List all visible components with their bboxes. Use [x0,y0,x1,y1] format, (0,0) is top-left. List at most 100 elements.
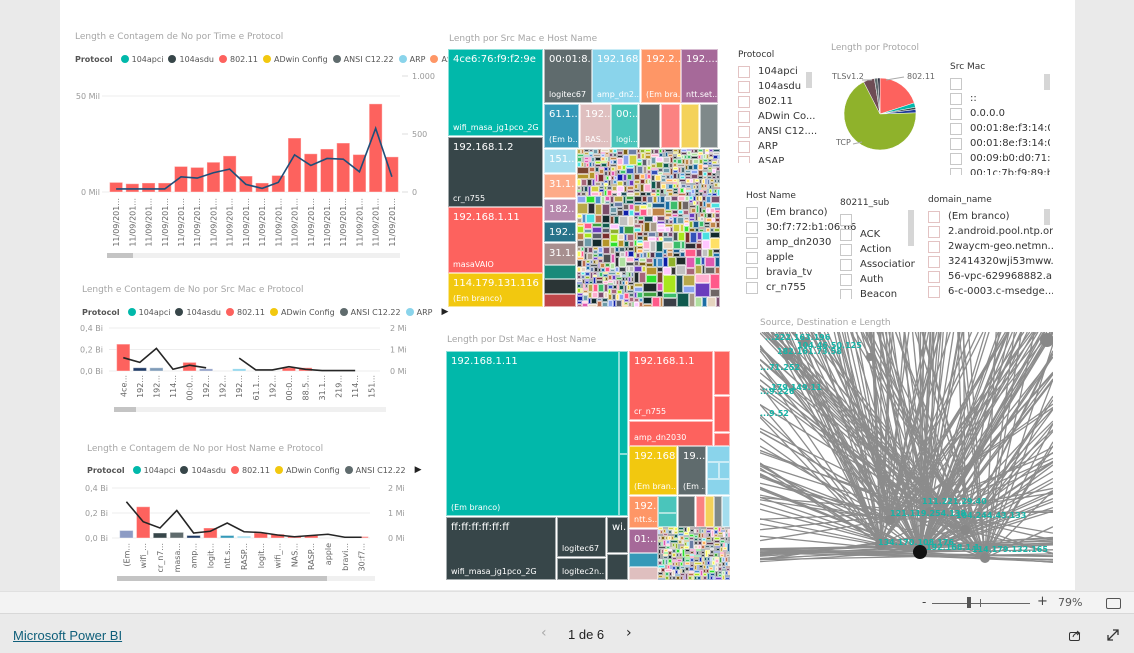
treemap-cell[interactable] [705,257,715,267]
treemap-cell[interactable] [716,297,720,307]
treemap-tile[interactable] [714,351,730,395]
treemap-tile[interactable]: amp_dn2030 [629,421,713,446]
slicer-item[interactable]: ACK [840,227,915,242]
treemap-cell[interactable] [705,267,715,274]
treemap-cell[interactable] [629,155,637,165]
checkbox[interactable] [928,211,940,223]
treemap-tile[interactable] [661,104,680,148]
treemap-cell[interactable] [676,257,686,265]
treemap-tile[interactable]: 192.168.1.1cr_n755 [629,351,713,420]
treemap-tile[interactable]: 192.168.1.2cr_n755 [448,137,543,207]
treemap-cell[interactable] [707,297,716,307]
treemap-tile[interactable]: 192.168.1.11masaVAIO [448,207,543,273]
checkbox[interactable] [738,96,750,108]
network-graph[interactable]: 111.221.29.40121.119.254.138104.244.43.1… [760,332,1053,564]
treemap-cell[interactable] [702,240,710,249]
treemap-cell[interactable] [577,203,588,214]
treemap-tile[interactable]: 192.168...(Em bran... [629,446,677,495]
treemap-cell[interactable] [577,226,584,233]
checkbox[interactable] [928,271,940,283]
treemap-tile[interactable]: logitec2n... [557,558,606,580]
legend-item[interactable]: ADwin Config [281,308,335,317]
treemap-tile[interactable]: logitec67 [557,517,606,557]
checkbox[interactable] [738,141,750,153]
treemap-cell[interactable] [658,578,665,580]
treemap-cell[interactable] [678,232,685,241]
treemap-cell[interactable] [663,275,676,293]
treemap-tile[interactable] [700,104,718,148]
legend-next-icon[interactable]: ▶ [415,465,422,475]
slicer-item[interactable]: 0.0.0.0 [950,106,1050,121]
treemap-cell[interactable] [592,239,602,247]
scrollbar-thumb[interactable] [117,576,327,581]
treemap-tile[interactable] [678,496,695,527]
treemap-cell[interactable] [695,297,702,307]
treemap-cell[interactable] [676,265,686,275]
slicer-item[interactable]: 00:01:8e:f3:14:05 [950,136,1050,151]
treemap-cell[interactable] [643,241,650,249]
legend-item[interactable]: 802.11 [230,55,258,64]
treemap-cell[interactable] [603,254,611,263]
treemap-tile[interactable]: 00:01:8...logitec67 [544,49,592,103]
treemap-tile[interactable]: 61.1....(Em b... [544,104,579,148]
slicer-item[interactable]: Association [840,257,915,272]
treemap-cell[interactable] [577,167,589,174]
slicer-item[interactable]: 00:09:b0:d0:71:cc [950,151,1050,166]
treemap-tile[interactable] [544,294,576,307]
previous-page-icon[interactable]: ‹ [541,625,547,641]
treemap-cell[interactable] [695,274,710,283]
treemap-cell[interactable] [676,275,683,293]
slicer-scrollbar[interactable] [908,210,914,246]
treemap-cell[interactable] [588,304,597,307]
legend-item[interactable]: ADwin Config [274,55,328,64]
treemap-cell[interactable] [627,234,634,241]
treemap-cell[interactable] [682,201,689,210]
checkbox[interactable] [746,282,758,294]
slicer-scrollbar[interactable] [1044,209,1050,225]
share-icon[interactable] [1068,628,1082,642]
treemap-tile[interactable] [544,279,576,294]
slicer-item[interactable]: 00:1c:7b:f9:89:bd [950,166,1050,175]
legend-next-icon[interactable]: ▶ [441,307,448,317]
slicer-item[interactable]: Auth [840,272,915,287]
treemap-cell[interactable] [670,201,678,210]
treemap-cell[interactable] [602,215,610,223]
treemap-cell[interactable] [690,232,697,243]
treemap-cell[interactable] [640,209,647,216]
checkbox[interactable] [950,138,962,150]
treemap-tile[interactable] [658,496,677,513]
treemap-cell[interactable] [685,249,696,257]
checkbox[interactable] [950,78,962,90]
legend-item[interactable]: ANSI C12.22 [356,466,406,475]
slicer-item[interactable]: 2waycm-geo.netmn... [928,239,1053,254]
treemap-cell[interactable] [619,257,626,267]
treemap-tile[interactable] [707,479,730,495]
treemap-cell[interactable] [602,239,610,247]
checkbox[interactable] [950,93,962,105]
fullscreen-icon[interactable] [1106,628,1120,642]
legend-item[interactable]: 104apci [144,466,176,475]
treemap-tile[interactable] [714,396,730,432]
treemap-tile[interactable]: 192....ntt.set... [681,49,718,103]
treemap-tile[interactable]: 114.179.131.116(Em branco) [448,273,543,307]
treemap-tile[interactable] [714,433,730,446]
treemap-tile[interactable] [629,567,658,580]
treemap-tile[interactable]: 31.1.... [544,174,576,198]
slicer-item[interactable]: Action [840,242,915,257]
treemap-cell[interactable] [673,241,681,249]
checkbox[interactable] [738,126,750,138]
treemap-tile[interactable]: 31.1.... [544,243,576,265]
slicer-item[interactable]: ADwin Co... [738,109,818,124]
treemap-cell[interactable] [663,298,677,307]
treemap-cell[interactable] [624,226,634,234]
treemap-cell[interactable] [584,238,592,247]
treemap-cell[interactable] [643,283,657,292]
legend-item[interactable]: ARP [410,55,426,64]
treemap-cell[interactable] [717,189,720,196]
treemap-tile[interactable] [705,496,714,527]
checkbox[interactable] [738,156,750,164]
treemap-cell[interactable] [677,293,689,307]
treemap-tile[interactable]: 00:...logi... [611,104,638,148]
checkbox[interactable] [928,256,940,268]
treemap-cell[interactable] [602,204,610,215]
